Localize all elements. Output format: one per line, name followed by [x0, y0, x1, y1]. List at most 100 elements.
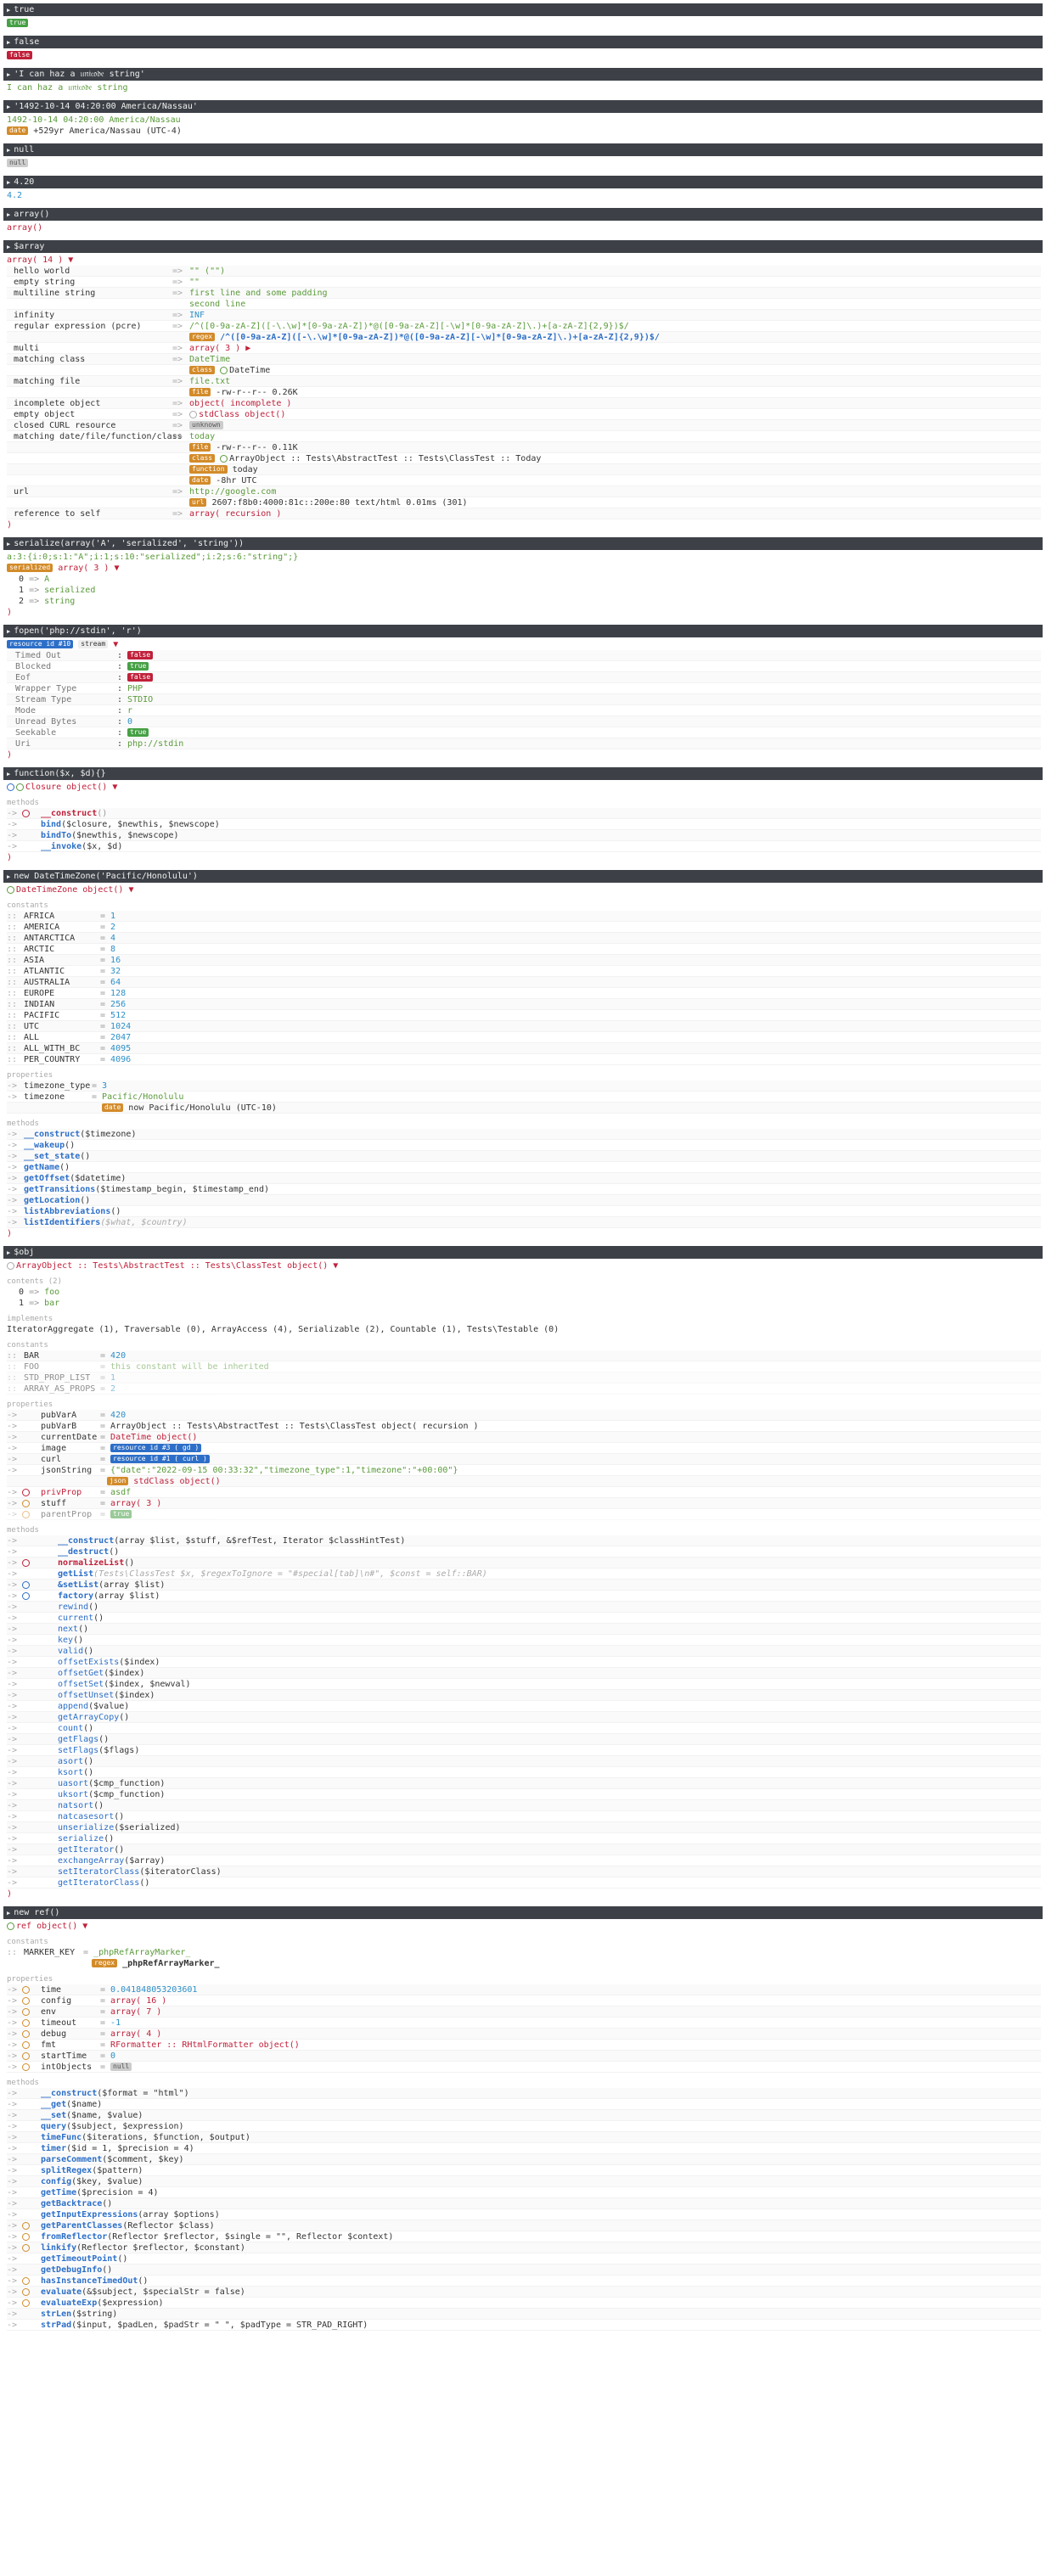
expand-icon: ▶: [7, 873, 11, 880]
property-row: -> config = array( 16 ): [7, 1995, 1041, 2006]
table-row: hello world => "" (""): [7, 266, 1041, 277]
table-row: reference to self => array( recursion ): [7, 508, 1041, 519]
expand-icon: ▶: [7, 541, 11, 547]
method-row: -> getParentClasses(Reflector $class): [7, 2220, 1041, 2231]
class-icon: [220, 454, 228, 463]
table-row-cont: class ArrayObject :: Tests\AbstractTest …: [7, 453, 1041, 464]
method-row: -> getDebugInfo(): [7, 2265, 1041, 2276]
method-row: -> hasInstanceTimedOut(): [7, 2276, 1041, 2287]
constant-row: :: ANTARCTICA = 4: [7, 933, 1041, 944]
method-row: -> __construct($timezone): [7, 1129, 1041, 1140]
method-row: -> getTime($precision = 4): [7, 2187, 1041, 2198]
array-table: hello world => "" ("") empty string => "" mu…: [7, 266, 1041, 519]
table-row: empty string => "": [7, 277, 1041, 288]
method-row: -> __wakeup(): [7, 1140, 1041, 1151]
method-row: -> getFlags(): [7, 1734, 1041, 1745]
section-header[interactable]: ▶ '1492-10-14 04:20:00 America/Nassau': [3, 100, 1043, 113]
final-icon: [7, 783, 14, 791]
section-true: ▶ true true: [3, 3, 1043, 32]
table-row: matching class => DateTime: [7, 354, 1041, 365]
table-row-cont: second line: [7, 299, 1041, 310]
method-row: -> getName(): [7, 1162, 1041, 1173]
collapse-icon[interactable]: ▼: [68, 255, 73, 265]
section-header[interactable]: ▶ serialize(array('A', 'serialized', 'str…: [3, 537, 1043, 550]
expand-icon[interactable]: ▶: [245, 344, 250, 353]
method-row: -> natcasesort(): [7, 1811, 1041, 1822]
method-row: -> timer($id = 1, $precision = 4): [7, 2143, 1041, 2154]
collapse-icon[interactable]: ▼: [112, 783, 117, 792]
section-header[interactable]: ▶ function($x, $d){}: [3, 767, 1043, 780]
section-header[interactable]: ▶ $obj: [3, 1246, 1043, 1259]
string-value: I can haz a 𝔲𝔫𝔦𝔠𝔬𝔡𝔢 string: [7, 83, 128, 93]
method-row: -> natsort(): [7, 1800, 1041, 1811]
constant-row: :: ALL_WITH_BC = 4095: [7, 1043, 1041, 1054]
method-row: -> getBacktrace(): [7, 2198, 1041, 2209]
class-icon: [7, 1261, 14, 1270]
expand-icon: ▶: [7, 179, 11, 186]
collapse-icon[interactable]: ▼: [82, 1922, 87, 1931]
expand-icon: ▶: [7, 1249, 11, 1256]
expand-icon: ▶: [7, 244, 11, 250]
method-row: -> getOffset($datetime): [7, 1173, 1041, 1184]
class-icon: [16, 783, 24, 791]
method-row: -> strPad($input, $padLen, $padStr = " ",…: [7, 2320, 1041, 2331]
method-row: -> listIdentifiers($what, $country): [7, 1217, 1041, 1228]
expand-icon: ▶: [7, 7, 11, 14]
constant-row: :: ASIA = 16: [7, 955, 1041, 966]
method-row: -> offsetGet($index): [7, 1668, 1041, 1679]
method-row: -> offsetUnset($index): [7, 1690, 1041, 1701]
constant-row: :: PER_COUNTRY = 4096: [7, 1054, 1041, 1065]
array-summary[interactable]: array( 14 ) ▼: [7, 255, 1041, 266]
section-header[interactable]: ▶ array(): [3, 208, 1043, 221]
method-row: -> evaluateExp($expression): [7, 2298, 1041, 2309]
section-header[interactable]: ▶ true: [3, 3, 1043, 16]
method-row: -> __set_state(): [7, 1151, 1041, 1162]
section-header[interactable]: ▶ fopen('php://stdin', 'r'): [3, 625, 1043, 637]
section-header[interactable]: ▶ $array: [3, 240, 1043, 253]
property-row: -> debug = array( 4 ): [7, 2029, 1041, 2040]
collapse-icon[interactable]: ▼: [114, 564, 119, 573]
section-header[interactable]: ▶ 'I can haz a 𝔲𝔫𝔦𝔠𝔬𝔡𝔢 string': [3, 68, 1043, 81]
method-row: -> query($subject, $expression): [7, 2121, 1041, 2132]
section-header[interactable]: ▶ false: [3, 36, 1043, 48]
section-empty-array: ▶ array() array(): [3, 208, 1043, 237]
section-header[interactable]: ▶ new DateTimeZone('Pacific/Honolulu'): [3, 870, 1043, 883]
table-row-cont: file -rw-r--r-- 0.11K: [7, 442, 1041, 453]
method-row: -> current(): [7, 1613, 1041, 1624]
method-row: -> uasort($cmp_function): [7, 1778, 1041, 1789]
section-header[interactable]: ▶ new ref(): [3, 1906, 1043, 1919]
table-row-cont: function today: [7, 464, 1041, 475]
expand-icon: ▶: [7, 71, 11, 78]
property-row: -> env = array( 7 ): [7, 2006, 1041, 2018]
section-fopen: ▶ fopen('php://stdin', 'r') resource id #…: [3, 625, 1043, 764]
collapse-icon[interactable]: ▼: [333, 1261, 338, 1271]
table-row: multi => array( 3 ) ▶: [7, 343, 1041, 354]
method-row: -> asort(): [7, 1756, 1041, 1767]
section-header[interactable]: ▶ 4.20: [3, 176, 1043, 188]
date-relative: +529yr America/Nassau (UTC-4): [33, 126, 182, 136]
constant-row: :: AMERICA = 2: [7, 922, 1041, 933]
method-row: -> next(): [7, 1624, 1041, 1635]
method-row: -> serialize(): [7, 1833, 1041, 1844]
constant-row: :: AFRICA = 1: [7, 911, 1041, 922]
method-row: -> listAbbreviations(): [7, 1206, 1041, 1217]
method-row: -> evaluate(&$subject, $specialStr = fal…: [7, 2287, 1041, 2298]
section-float: ▶ 4.20 4.2: [3, 176, 1043, 205]
section-string: ▶ 'I can haz a 𝔲𝔫𝔦𝔠𝔬𝔡𝔢 string' I can haz …: [3, 68, 1043, 97]
section-serialize: ▶ serialize(array('A', 'serialized', 'str…: [3, 537, 1043, 621]
constant-row: :: EUROPE = 128: [7, 988, 1041, 999]
section-obj: ▶ $obj ArrayObject :: Tests\AbstractTest …: [3, 1246, 1043, 1903]
method-row: -> linkify(Reflector $reflector, $consta…: [7, 2242, 1041, 2253]
method-row: -> valid(): [7, 1646, 1041, 1657]
section-header[interactable]: ▶ null: [3, 143, 1043, 156]
float-value: 4.2: [7, 191, 23, 200]
table-row-cont: class DateTime: [7, 365, 1041, 376]
method-row: -> getTimeoutPoint(): [7, 2253, 1041, 2265]
expand-icon: ▶: [7, 1910, 11, 1917]
collapse-icon[interactable]: ▼: [128, 885, 133, 895]
table-row-cont: date -8hr UTC: [7, 475, 1041, 486]
expand-icon: ▶: [7, 39, 11, 46]
constant-row: :: ALL = 2047: [7, 1032, 1041, 1043]
table-row: url => http://google.com: [7, 486, 1041, 497]
collapse-icon[interactable]: ▼: [113, 640, 118, 649]
